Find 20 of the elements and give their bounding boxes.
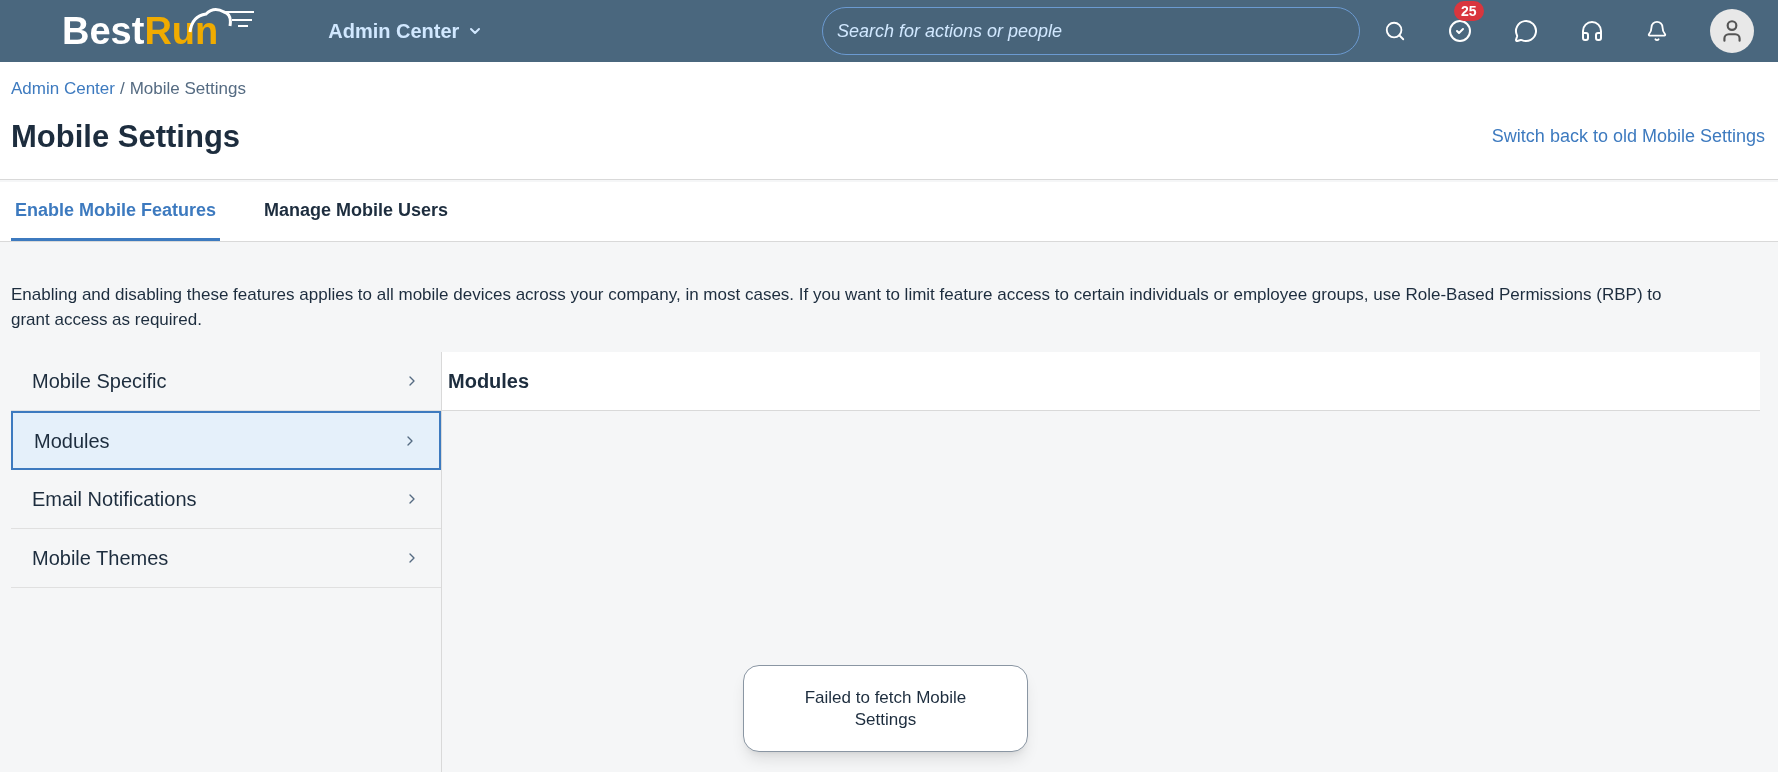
error-toast: Failed to fetch Mobile Settings bbox=[743, 665, 1028, 752]
tab[interactable]: Manage Mobile Users bbox=[260, 182, 453, 241]
breadcrumb-current: Mobile Settings bbox=[129, 78, 246, 100]
breadcrumb-separator: / bbox=[119, 78, 125, 100]
bell-icon[interactable] bbox=[1646, 20, 1668, 42]
tab[interactable]: Enable Mobile Features bbox=[11, 182, 221, 241]
avatar[interactable] bbox=[1710, 9, 1754, 53]
chat-icon[interactable] bbox=[1514, 19, 1538, 43]
breadcrumb-link[interactable]: Admin Center bbox=[11, 76, 115, 102]
search-field[interactable]: Search for actions or people bbox=[822, 7, 1360, 55]
sidebar-item[interactable]: Modules bbox=[11, 411, 441, 470]
description-text: Enabling and disabling these features applies to all mobile devices across your company, in most cases. If you want to limit feature access to certain individuals or employee groups, use Role-Based Permissions (RBP) to grant access as required. bbox=[10, 284, 1663, 331]
page-title: Mobile Settings bbox=[11, 117, 241, 156]
admin-center-menu[interactable]: Admin Center bbox=[328, 16, 484, 46]
search-icon[interactable] bbox=[1384, 20, 1406, 42]
panel-title: Modules bbox=[448, 369, 530, 394]
check-circle-icon[interactable] bbox=[1448, 19, 1472, 43]
switch-back-link[interactable]: Switch back to old Mobile Settings bbox=[1491, 123, 1765, 151]
headset-icon[interactable] bbox=[1580, 19, 1604, 43]
notification-badge: 25 bbox=[1454, 1, 1484, 21]
